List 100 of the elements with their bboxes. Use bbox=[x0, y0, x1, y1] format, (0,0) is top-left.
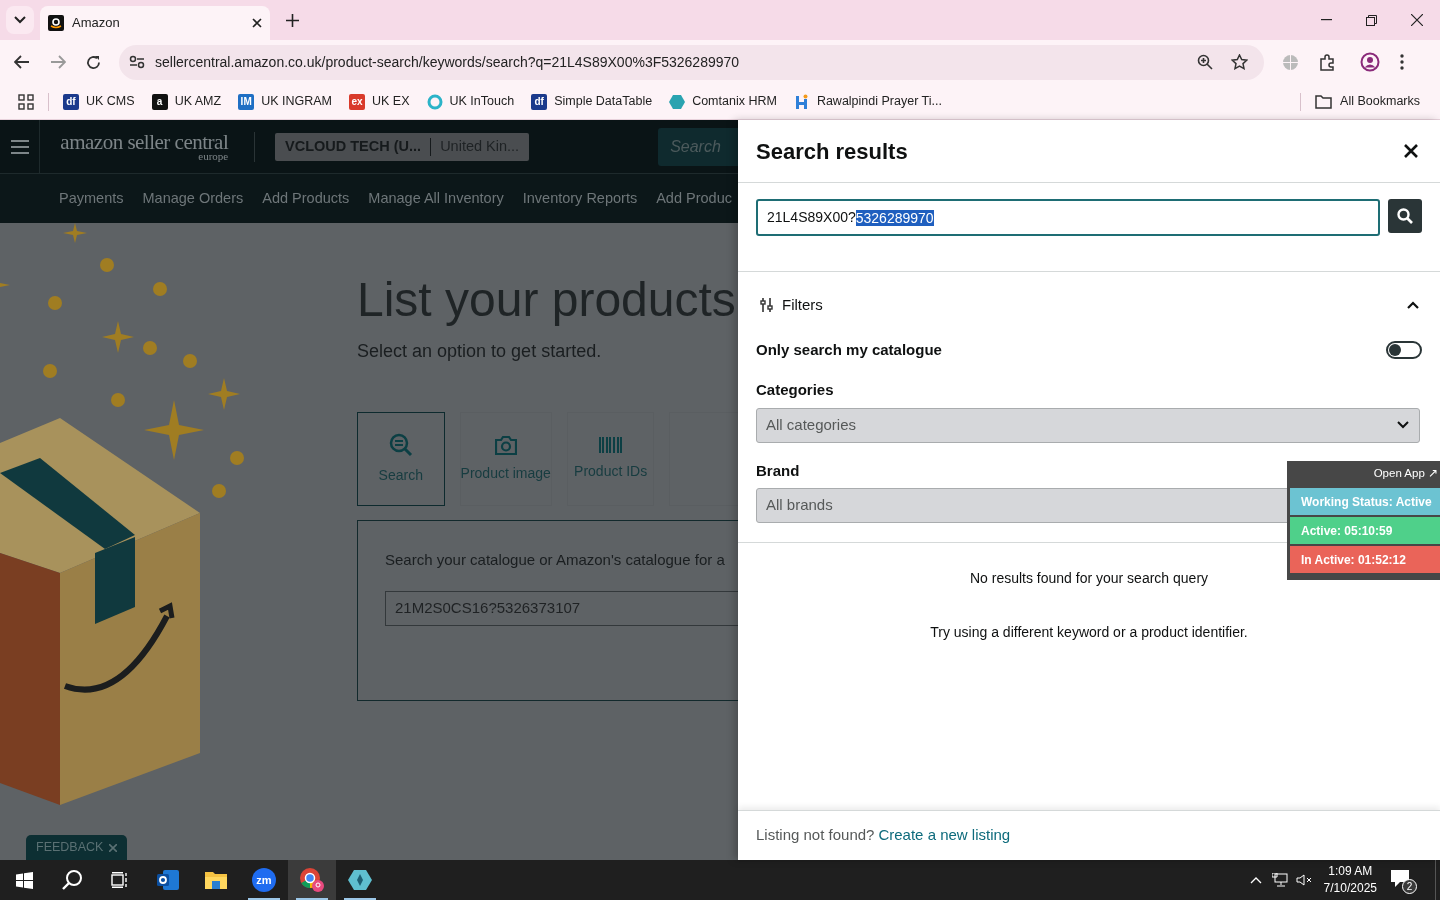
bookmark-favicon-icon: df bbox=[531, 93, 548, 110]
open-app-link[interactable]: Open App ↗ bbox=[1373, 461, 1440, 486]
hexagon-app-icon bbox=[348, 869, 372, 891]
windows-icon bbox=[15, 871, 33, 889]
menu-icon[interactable] bbox=[1400, 54, 1404, 70]
categories-dropdown[interactable]: All categories bbox=[756, 407, 1420, 443]
footer-text: Listing not found? bbox=[756, 825, 875, 846]
star-icon[interactable] bbox=[1231, 54, 1248, 70]
url-text: sellercentral.amazon.co.uk/product-search/keywords/search?q=21L4S89X00%3F5326289970 bbox=[155, 52, 741, 72]
folder-icon bbox=[204, 870, 228, 890]
browser-tab[interactable]: Amazon bbox=[40, 6, 270, 40]
filter-label: Brand bbox=[756, 460, 800, 481]
bookmark-label: UK EX bbox=[372, 93, 410, 111]
toggle-label: Only search my catalogue bbox=[756, 339, 942, 360]
bookmark-label: UK INGRAM bbox=[261, 93, 332, 111]
close-icon[interactable] bbox=[1411, 14, 1423, 26]
notifications-button[interactable]: 2 bbox=[1391, 868, 1415, 892]
bookmark-link[interactable]: df Simple DataTable bbox=[531, 92, 653, 111]
clock-date: 7/10/2025 bbox=[1323, 880, 1377, 897]
bookmark-link[interactable]: IM UK INGRAM bbox=[238, 92, 332, 111]
bookmark-favicon-icon: df bbox=[63, 93, 79, 110]
page-title: List your products bbox=[357, 276, 737, 324]
filter-label: Categories bbox=[756, 380, 834, 400]
nav-link[interactable]: Inventory Reports bbox=[522, 187, 638, 210]
nav-link[interactable]: Add Products bbox=[262, 187, 350, 210]
browser-app-icon bbox=[299, 867, 325, 893]
bookmark-label: Simple DataTable bbox=[554, 93, 653, 111]
task-view-icon bbox=[111, 872, 129, 888]
chevron-up-icon[interactable] bbox=[1249, 876, 1262, 884]
bookmark-favicon-icon: ex bbox=[349, 93, 365, 110]
camera-icon bbox=[494, 434, 517, 455]
bookmark-label: UK AMZ bbox=[174, 93, 222, 111]
status-bar: In Active: 01:52:12 bbox=[1290, 546, 1440, 573]
address-bar[interactable]: sellercentral.amazon.co.uk/product-search/keywords/search?q=21L4S89X00%3F5326289970 bbox=[119, 44, 1264, 80]
bookmark-label: Rawalpindi Prayer Ti... bbox=[816, 93, 942, 111]
bookmark-label: UK CMS bbox=[86, 93, 135, 111]
bookmark-link[interactable]: ex UK EX bbox=[349, 92, 410, 111]
all-bookmarks-label: All Bookmarks bbox=[1340, 93, 1420, 111]
panel-title: Search results bbox=[756, 137, 908, 166]
nav-link[interactable]: Manage All Inventory bbox=[368, 187, 504, 210]
search-prompt: Search your catalogue or Amazon's catalogue for a bbox=[385, 550, 726, 570]
bookmark-link[interactable]: Comtanix HRM bbox=[669, 92, 777, 111]
forward-icon[interactable] bbox=[50, 55, 66, 69]
nav-link[interactable]: Manage Orders bbox=[142, 187, 244, 210]
logo-region-text: europe bbox=[198, 150, 229, 162]
nav-link[interactable]: Add Produc bbox=[656, 187, 732, 210]
profile-icon[interactable] bbox=[1360, 52, 1380, 72]
bookmark-link[interactable]: UK InTouch bbox=[426, 92, 515, 111]
seller-central-logo[interactable]: amazon seller central europe bbox=[60, 131, 229, 162]
chevron-up-icon bbox=[1407, 301, 1419, 309]
amazon-favicon-icon bbox=[48, 15, 64, 31]
nav-link[interactable]: Payments bbox=[59, 187, 124, 210]
taskbar-button[interactable] bbox=[288, 860, 336, 900]
bookmark-favicon-icon: a bbox=[151, 93, 168, 110]
bookmark-link[interactable]: Rawalpindi Prayer Ti... bbox=[793, 92, 942, 111]
folder-icon bbox=[1315, 94, 1333, 109]
puzzle-icon[interactable] bbox=[1319, 53, 1336, 71]
bookmark-link[interactable]: a UK AMZ bbox=[151, 92, 222, 111]
muted-speaker-icon[interactable] bbox=[1295, 874, 1312, 886]
empty-hint: Try using a different keyword or a product identifier. bbox=[929, 623, 1249, 642]
back-icon[interactable] bbox=[14, 55, 30, 69]
bookmark-label: UK InTouch bbox=[449, 93, 515, 111]
bookmark-label: Comtanix HRM bbox=[692, 93, 777, 111]
close-icon[interactable] bbox=[1404, 144, 1418, 158]
clock-time: 1:09 AM bbox=[1328, 863, 1373, 880]
network-icon[interactable] bbox=[1271, 873, 1288, 887]
new-tab-icon[interactable] bbox=[286, 14, 299, 27]
option-label: Product image bbox=[460, 463, 551, 483]
chevron-down-icon bbox=[1397, 421, 1409, 429]
status-bar: Working Status: Active bbox=[1290, 488, 1440, 515]
close-icon[interactable] bbox=[252, 18, 262, 28]
barcode-icon bbox=[598, 436, 623, 453]
create-listing-link[interactable]: Create a new listing bbox=[878, 824, 1011, 847]
catalogue-switch[interactable] bbox=[1386, 341, 1422, 359]
clock[interactable]: 1:09 AM 7/10/2025 bbox=[1323, 863, 1377, 897]
search-icon bbox=[1397, 208, 1413, 224]
bookmark-link[interactable]: df UK CMS bbox=[63, 92, 135, 111]
bookmark-favicon-icon: IM bbox=[238, 93, 255, 110]
tab-search-button[interactable] bbox=[6, 6, 34, 34]
reload-icon[interactable] bbox=[86, 54, 101, 70]
site-settings-icon[interactable] bbox=[129, 55, 145, 69]
search-icon bbox=[388, 432, 413, 457]
minimize-icon[interactable] bbox=[1321, 19, 1332, 21]
zoom-app-icon: zm bbox=[252, 868, 276, 892]
restore-icon[interactable] bbox=[1366, 14, 1377, 26]
option-label: Product IDs bbox=[574, 461, 648, 481]
search-icon bbox=[61, 869, 83, 891]
logo-text: amazon seller central bbox=[60, 131, 229, 153]
zoom-icon[interactable] bbox=[1197, 54, 1213, 70]
menu-icon[interactable] bbox=[10, 139, 29, 154]
apps-grid-icon[interactable] bbox=[18, 93, 34, 110]
search-button[interactable] bbox=[1388, 199, 1422, 233]
filters-toggle[interactable]: Filters bbox=[756, 272, 1422, 338]
page-subtitle: Select an option to get started. bbox=[357, 340, 603, 363]
all-bookmarks-link[interactable]: All Bookmarks bbox=[1315, 92, 1420, 111]
option-label: Search bbox=[378, 465, 423, 485]
taskbar-button[interactable]: zm bbox=[240, 860, 288, 900]
sliders-icon bbox=[760, 298, 774, 312]
message-icon bbox=[1391, 870, 1409, 887]
empty-title: No results found for your search query bbox=[968, 569, 1210, 588]
